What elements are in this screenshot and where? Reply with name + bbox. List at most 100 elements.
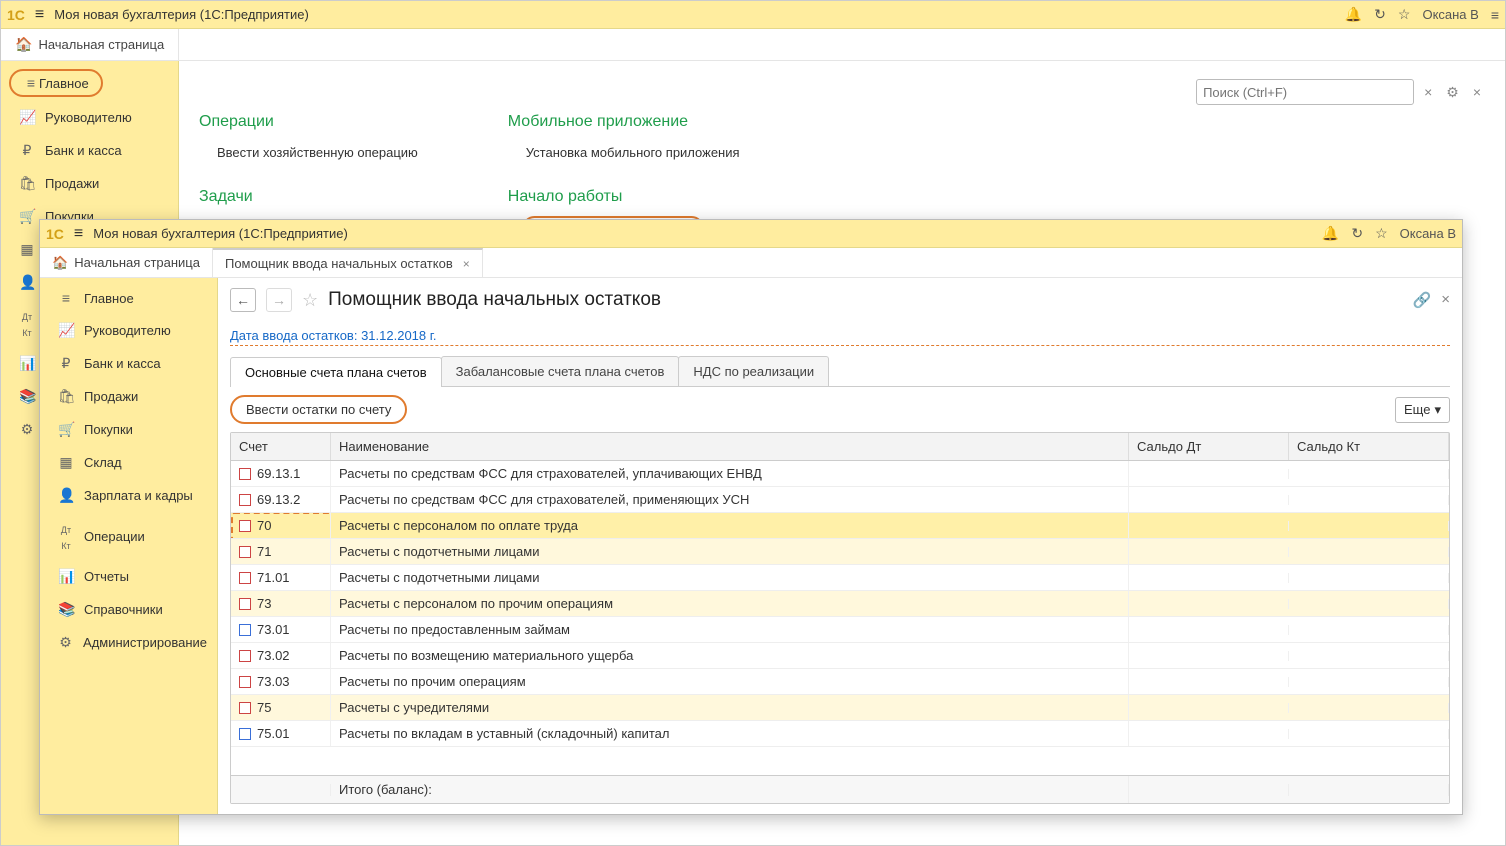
accounts-table: Счет Наименование Сальдо Дт Сальдо Кт 69…	[230, 432, 1450, 804]
account-icon	[239, 728, 251, 740]
user-label[interactable]: Оксана В	[1422, 7, 1478, 22]
sidebar-item[interactable]: ₽Банк и касса	[1, 134, 178, 167]
table-row[interactable]: 69.13.1Расчеты по средствам ФСС для стра…	[231, 461, 1449, 487]
menu-icon[interactable]: ≡	[35, 6, 44, 24]
nav-back-button[interactable]: ←	[230, 288, 256, 312]
inner-app-title: Моя новая бухгалтерия (1С:Предприятие)	[93, 226, 348, 241]
cell-account: 71.01	[257, 570, 290, 585]
link-enter-operation[interactable]: Ввести хозяйственную операцию	[199, 141, 418, 164]
sidebar-item[interactable]: 📈Руководителю	[1, 101, 178, 134]
tab-home-inner[interactable]: 🏠 Начальная страница	[40, 248, 213, 277]
user-menu-icon[interactable]: ≡	[1491, 7, 1499, 23]
home-icon: 🏠	[15, 36, 32, 53]
sidebar-item[interactable]: ≡Главное	[40, 282, 217, 314]
subtab-main-accounts[interactable]: Основные счета плана счетов	[230, 357, 442, 387]
sidebar-item[interactable]: 📈Руководителю	[40, 314, 217, 347]
tabstrip: 🏠 Начальная страница	[1, 29, 1505, 61]
account-icon	[239, 702, 251, 714]
cell-name: Расчеты с подотчетными лицами	[331, 565, 1129, 590]
table-row[interactable]: 73.01Расчеты по предоставленным займам	[231, 617, 1449, 643]
inner-main: ← → ☆ Помощник ввода начальных остатков …	[218, 278, 1462, 814]
cell-account: 73	[257, 596, 271, 611]
sidebar-item[interactable]: ₽Банк и касса	[40, 347, 217, 380]
cell-debit	[1129, 469, 1289, 479]
subtab-offbalance[interactable]: Забалансовые счета плана счетов	[441, 356, 680, 386]
bell-icon[interactable]: 🔔	[1345, 6, 1362, 23]
cell-credit	[1289, 573, 1449, 583]
cell-debit	[1129, 521, 1289, 531]
table-row[interactable]: 71Расчеты с подотчетными лицами	[231, 539, 1449, 565]
subtabs: Основные счета плана счетов Забалансовые…	[230, 356, 1450, 387]
table-row[interactable]: 73.02Расчеты по возмещению материального…	[231, 643, 1449, 669]
sidebar-icon: ▦	[58, 454, 74, 471]
star-icon[interactable]: ☆	[1375, 225, 1388, 242]
cell-account: 75	[257, 700, 271, 715]
gear-icon[interactable]: ⚙	[1442, 82, 1463, 103]
sidebar-icon: ⚙	[58, 634, 73, 651]
sidebar-item[interactable]: 🛒Покупки	[40, 413, 217, 446]
menu-icon[interactable]: ≡	[74, 225, 83, 243]
history-icon[interactable]: ↻	[1351, 225, 1363, 242]
user-label[interactable]: Оксана В	[1400, 226, 1456, 241]
tab-balance-assistant[interactable]: Помощник ввода начальных остатков ×	[213, 248, 483, 277]
tab-label: Помощник ввода начальных остатков	[225, 256, 453, 271]
sidebar-item[interactable]: 📊Отчеты	[40, 560, 217, 593]
sidebar-icon: 📚	[58, 601, 74, 618]
search-clear-icon[interactable]: ×	[1420, 82, 1436, 102]
bell-icon[interactable]: 🔔	[1322, 225, 1339, 242]
sidebar-item[interactable]: 👤Зарплата и кадры	[40, 479, 217, 512]
col-account[interactable]: Счет	[231, 433, 331, 460]
subtab-vat[interactable]: НДС по реализации	[678, 356, 829, 386]
cell-name: Расчеты по средствам ФСС для страховател…	[331, 487, 1129, 512]
cell-name: Расчеты по средствам ФСС для страховател…	[331, 461, 1129, 486]
account-icon	[239, 520, 251, 532]
cell-account: 69.13.2	[257, 492, 300, 507]
account-icon	[239, 572, 251, 584]
table-row[interactable]: 73Расчеты с персоналом по прочим операци…	[231, 591, 1449, 617]
close-page-icon[interactable]: ×	[1441, 291, 1450, 309]
nav-forward-button[interactable]: →	[266, 288, 292, 312]
enter-balance-button[interactable]: Ввести остатки по счету	[230, 395, 407, 424]
col-credit[interactable]: Сальдо Кт	[1289, 433, 1449, 460]
tab-home[interactable]: 🏠 Начальная страница	[1, 29, 179, 60]
sidebar-inner: ≡Главное📈Руководителю₽Банк и касса🛍Прода…	[40, 278, 218, 814]
col-debit[interactable]: Сальдо Дт	[1129, 433, 1289, 460]
table-row[interactable]: 69.13.2 Расчеты по средствам ФСС для стра…	[231, 487, 1449, 513]
table-row[interactable]: 71.01 Расчеты с подотчетными лицами	[231, 565, 1449, 591]
table-row[interactable]: 75.01Расчеты по вкладам в уставный (скла…	[231, 721, 1449, 747]
sidebar-label: Продажи	[84, 389, 138, 404]
balance-date-link[interactable]: Дата ввода остатков: 31.12.2018 г.	[230, 328, 1450, 346]
cell-name: Расчеты с учредителями	[331, 695, 1129, 720]
sidebar-item[interactable]: 🛍Продажи	[40, 380, 217, 413]
sidebar-item[interactable]: ДтКтОперации	[40, 512, 217, 560]
cell-debit	[1129, 677, 1289, 687]
account-icon	[239, 494, 251, 506]
sidebar-icon: ≡	[58, 290, 74, 306]
cell-debit	[1129, 547, 1289, 557]
link-install-mobile[interactable]: Установка мобильного приложения	[508, 141, 740, 164]
sidebar-item[interactable]: ⚙Администрирование	[40, 626, 217, 659]
col-name[interactable]: Наименование	[331, 433, 1129, 460]
link-icon[interactable]: 🔗	[1413, 291, 1432, 309]
sidebar-item[interactable]: ≡Главное	[1, 65, 178, 101]
sidebar-item[interactable]: ▦Склад	[40, 446, 217, 479]
sidebar-item[interactable]: 📚Справочники	[40, 593, 217, 626]
table-row[interactable]: 70Расчеты с персоналом по оплате труда	[231, 513, 1449, 539]
cell-credit	[1289, 703, 1449, 713]
more-button[interactable]: Еще ▾	[1395, 397, 1450, 423]
sidebar-item[interactable]: 🛍Продажи	[1, 167, 178, 200]
cell-debit	[1129, 703, 1289, 713]
footer-label: Итого (баланс):	[331, 776, 1129, 803]
app-title: Моя новая бухгалтерия (1С:Предприятие)	[54, 7, 309, 22]
cell-account: 73.03	[257, 674, 290, 689]
close-icon[interactable]: ×	[1469, 82, 1485, 102]
search-input[interactable]	[1196, 79, 1414, 105]
favorite-icon[interactable]: ☆	[302, 290, 318, 311]
sidebar-label: Покупки	[84, 422, 133, 437]
star-icon[interactable]: ☆	[1398, 6, 1411, 23]
table-row[interactable]: 73.03Расчеты по прочим операциям	[231, 669, 1449, 695]
table-row[interactable]: 75 Расчеты с учредителями	[231, 695, 1449, 721]
history-icon[interactable]: ↻	[1374, 6, 1386, 23]
sidebar-icon: ДтКт	[19, 307, 35, 339]
tab-close-icon[interactable]: ×	[463, 257, 470, 271]
